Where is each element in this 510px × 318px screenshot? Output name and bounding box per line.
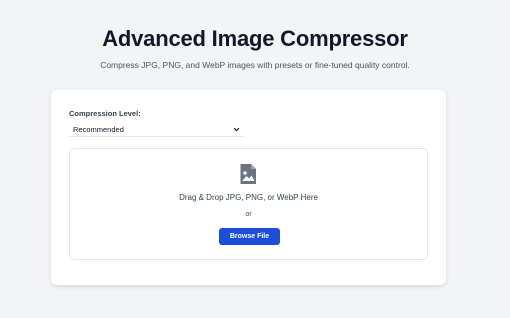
drop-instructions: Drag & Drop JPG, PNG, or WebP Here <box>179 193 318 202</box>
browse-file-button[interactable]: Browse File <box>219 228 280 245</box>
drop-zone[interactable]: Drag & Drop JPG, PNG, or WebP Here or Br… <box>69 148 428 260</box>
compression-level-select[interactable]: Recommended <box>69 123 244 137</box>
compression-level-value: Recommended <box>73 125 124 134</box>
compressor-card: Compression Level: Recommended Drag & Dr… <box>51 90 446 285</box>
page-subtitle: Compress JPG, PNG, and WebP images with … <box>100 60 410 70</box>
chevron-down-icon <box>232 126 240 134</box>
compression-level-label: Compression Level: <box>69 109 141 118</box>
or-separator: or <box>245 211 252 218</box>
page-title: Advanced Image Compressor <box>102 26 408 51</box>
image-file-icon <box>239 163 257 185</box>
